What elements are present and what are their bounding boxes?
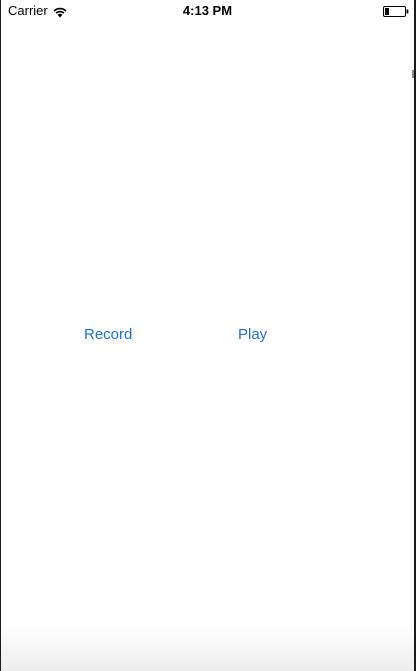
record-button[interactable]: Record (84, 324, 132, 346)
status-time: 4:13 PM (182, 3, 233, 18)
edge-indicator (412, 70, 414, 78)
status-bar: Carrier 4:13 PM (1, 0, 414, 22)
battery-icon (383, 5, 409, 17)
play-button[interactable]: Play (238, 324, 267, 346)
app-screen: Carrier 4:13 PM Record Play (0, 0, 416, 671)
bottom-shadow (1, 625, 414, 671)
